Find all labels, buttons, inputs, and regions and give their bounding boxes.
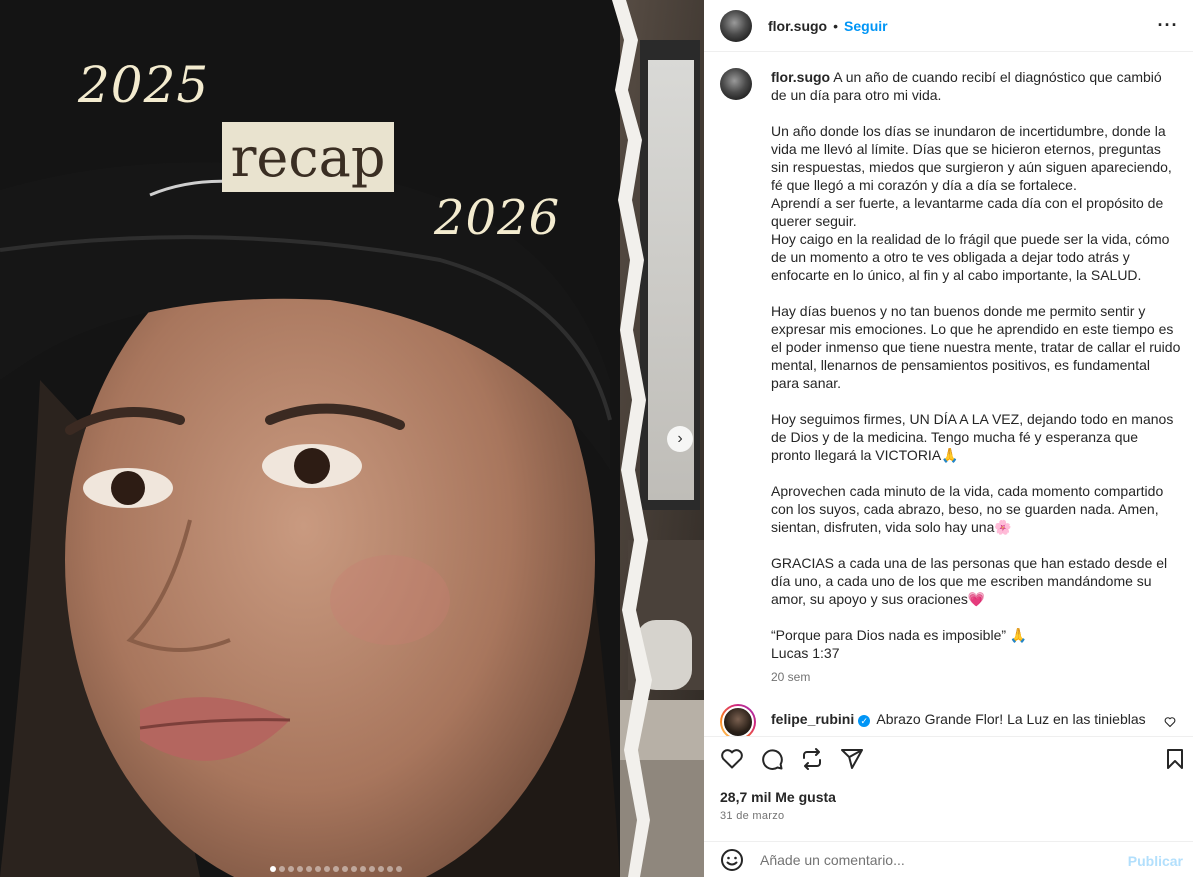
caption-text: flor.sugo A un año de cuando recibí el d… (771, 68, 1181, 662)
post-media: 2025 recap 2026 › (0, 0, 704, 877)
comment-body: Abrazo Grande Flor! La Luz en las tinieb… (876, 711, 1146, 727)
caption-paragraph: Hoy seguimos firmes, UN DÍA A LA VEZ, de… (771, 411, 1174, 463)
carousel-dot (351, 866, 357, 872)
caption-paragraph: Un año donde los días se inundaron de in… (771, 123, 1172, 193)
post-side-panel: flor.sugo • Seguir ··· flor.sugo A un añ… (704, 0, 1193, 877)
carousel-dot (387, 866, 393, 872)
post-header: flor.sugo • Seguir ··· (704, 0, 1193, 52)
caption-time-ago[interactable]: 20 sem (771, 670, 810, 684)
carousel-dot (270, 866, 276, 872)
caption-paragraph: GRACIAS a cada una de las personas que h… (771, 555, 1168, 607)
caption-paragraph: A un año de cuando recibí el diagnóstico… (771, 69, 1162, 103)
share-send-icon[interactable] (840, 747, 864, 771)
caption-paragraph-gap (771, 104, 1181, 122)
author-username[interactable]: flor.sugo (768, 18, 827, 34)
publish-comment-button[interactable]: Publicar (1128, 853, 1183, 869)
commenter-username[interactable]: felipe_rubini (771, 711, 854, 727)
carousel-dot (288, 866, 294, 872)
carousel-indicator (270, 866, 402, 872)
chevron-right-icon: › (677, 430, 683, 447)
caption-paragraph-gap (771, 392, 1181, 410)
post-date[interactable]: 31 de marzo (720, 810, 784, 822)
comment-item: felipe_rubini ✓ Abrazo Grande Flor! La Lu… (720, 704, 1180, 736)
add-comment-bar: Publicar (704, 841, 1193, 877)
emoji-smiley-icon[interactable] (720, 848, 744, 872)
carousel-dot (306, 866, 312, 872)
carousel-dot (279, 866, 285, 872)
carousel-next-button[interactable]: › (667, 426, 693, 452)
save-bookmark-icon[interactable] (1163, 747, 1187, 771)
caption-paragraph: Aprendí a ser fuerte, a levantarme cada … (771, 195, 1164, 229)
post-actions: 28,7 mil Me gusta 31 de marzo (704, 736, 1193, 841)
carousel-dot (315, 866, 321, 872)
follow-button[interactable]: Seguir (844, 18, 888, 34)
carousel-dot (396, 866, 402, 872)
carousel-dot (378, 866, 384, 872)
comments-section[interactable]: flor.sugo A un año de cuando recibí el d… (704, 52, 1193, 736)
more-options-icon[interactable]: ··· (1153, 10, 1183, 40)
comment-bubble-icon[interactable] (760, 747, 784, 771)
verified-badge-icon: ✓ (858, 715, 871, 727)
caption-paragraph-gap (771, 464, 1181, 482)
caption-paragraph: Lucas 1:37 (771, 645, 840, 661)
carousel-dot (360, 866, 366, 872)
caption-paragraph: Hay días buenos y no tan buenos donde me… (771, 303, 1181, 391)
comment-text: felipe_rubini ✓ Abrazo Grande Flor! La Lu… (771, 710, 1146, 728)
caption-username[interactable]: flor.sugo (771, 69, 830, 85)
like-heart-icon[interactable] (720, 747, 744, 771)
likes-count[interactable]: 28,7 mil Me gusta (720, 789, 836, 805)
carousel-dot (342, 866, 348, 872)
caption-body: A un año de cuando recibí el diagnóstico… (771, 69, 1181, 662)
caption-paragraph: “Porque para Dios nada es imposible” 🙏 (771, 627, 1028, 643)
carousel-dot (333, 866, 339, 872)
caption-paragraph-gap (771, 536, 1181, 554)
carousel-dot (297, 866, 303, 872)
overlay-recap-label: recap (222, 122, 394, 192)
comment-like-icon[interactable] (1164, 716, 1176, 731)
caption-paragraph: Aprovechen cada minuto de la vida, cada … (771, 483, 1164, 535)
caption-paragraph-gap (771, 284, 1181, 302)
header-separator: • (833, 17, 839, 34)
caption-paragraph-gap (771, 608, 1181, 626)
carousel-dot (324, 866, 330, 872)
overlay-year-2025: 2025 (78, 56, 210, 114)
commenter-avatar[interactable] (720, 704, 756, 736)
author-avatar[interactable] (720, 9, 752, 42)
overlay-year-2026: 2026 (434, 190, 561, 246)
caption-paragraph: Hoy caigo en la realidad de lo frágil qu… (771, 231, 1170, 283)
comment-input[interactable] (760, 851, 1120, 868)
caption-author-avatar[interactable] (720, 68, 752, 100)
repost-icon[interactable] (800, 747, 824, 771)
carousel-dot (369, 866, 375, 872)
